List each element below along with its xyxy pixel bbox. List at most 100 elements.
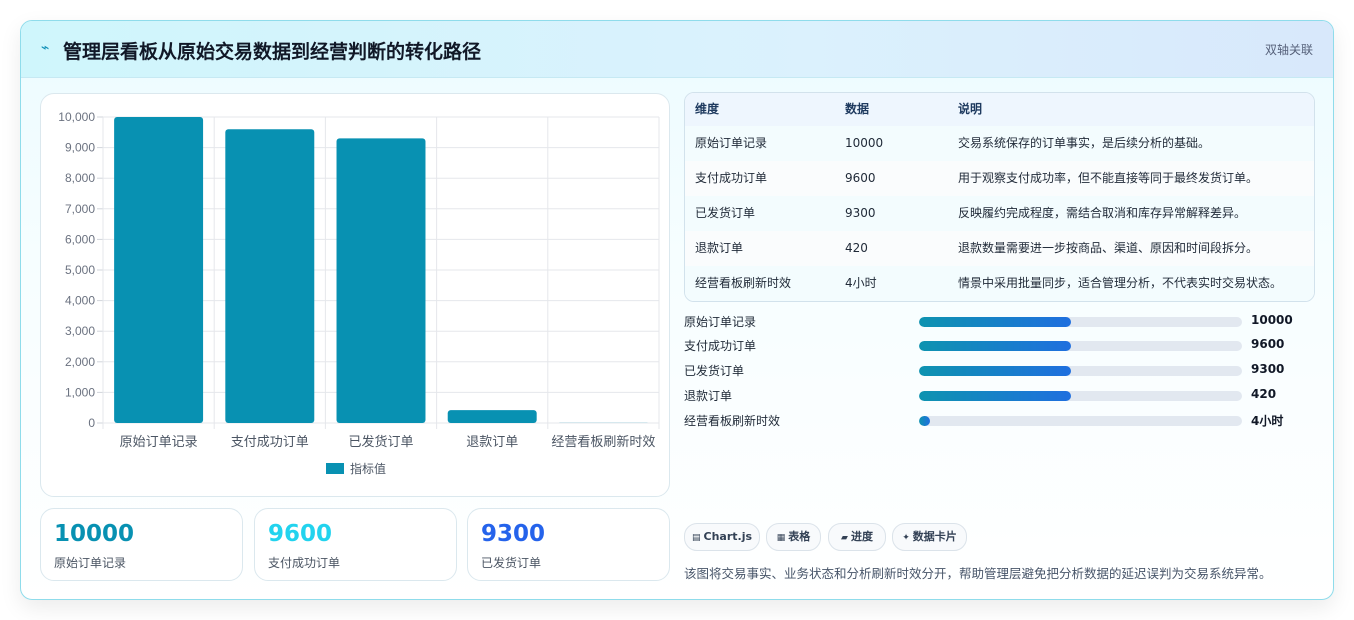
bar (447, 410, 537, 423)
header-tag: 双轴关联 (1264, 43, 1313, 57)
bar (225, 129, 315, 424)
progress-row: 支付成功订单 9600 (684, 335, 1314, 355)
kpi-value: 9600 (268, 521, 333, 547)
y-tick-label: 5,000 (65, 263, 95, 277)
table-row: 原始订单记录 10000 交易系统保存的订单事实，是后续分析的基础。 (685, 126, 1314, 162)
progress-row: 原始订单记录 10000 (684, 311, 1314, 331)
table-cell: 9300 (845, 206, 876, 220)
progress-row: 退款订单 420 (684, 385, 1314, 405)
x-tick-label: 经营看板刷新时效 (551, 434, 655, 450)
page-title: 管理层看板从原始交易数据到经营判断的转化路径 (63, 41, 482, 63)
progress-label: 已发货订单 (684, 364, 745, 378)
progress-value: 9600 (1251, 337, 1285, 351)
table-row: 支付成功订单 9600 用于观察支付成功率，但不能直接等同于最终发货订单。 (685, 161, 1314, 197)
progress-label: 支付成功订单 (684, 339, 757, 353)
y-tick-label: 10,000 (58, 110, 95, 124)
progress-track (919, 391, 1242, 401)
sparkle-icon: ✦ (902, 533, 910, 543)
progress-value: 420 (1251, 387, 1277, 401)
kpi-card-paid-orders: 9600 支付成功订单 (254, 508, 457, 581)
table-cell: 原始订单记录 (695, 136, 768, 150)
y-tick-label: 2,000 (65, 355, 95, 369)
kpi-value: 9300 (481, 521, 546, 547)
kpi-card-original-orders: 10000 原始订单记录 (40, 508, 243, 581)
bar (336, 138, 426, 424)
progress-track (919, 317, 1242, 327)
kpi-label: 原始订单记录 (54, 556, 127, 570)
progress-track (919, 416, 1242, 426)
table-cell: 10000 (845, 136, 884, 150)
table-cell: 情景中采用批量同步，适合管理分析，不代表实时交易状态。 (958, 276, 1283, 290)
table-icon: ▦ (776, 533, 786, 543)
table-cell: 用于观察支付成功率，但不能直接等同于最终发货订单。 (958, 171, 1259, 185)
chip-data-card[interactable]: ✦ 数据卡片 (892, 523, 967, 551)
table-cell: 已发货订单 (695, 206, 756, 220)
table-cell: 4小时 (845, 276, 877, 290)
progress-fill (919, 366, 1071, 376)
x-tick-label: 支付成功订单 (231, 435, 309, 450)
legend-label: 指标值 (350, 461, 386, 476)
y-tick-label: 8,000 (65, 171, 95, 185)
table-cell: 9600 (845, 171, 876, 185)
chip-label: 数据卡片 (912, 530, 957, 543)
progress-fill (919, 317, 1071, 327)
data-table: 维度 数据 说明 原始订单记录 10000 交易系统保存的订单事实，是后续分析的… (684, 92, 1315, 302)
progress-value: 4小时 (1251, 414, 1284, 428)
table-cell: 支付成功订单 (695, 171, 768, 185)
bar (114, 117, 204, 423)
chip-label: Chart.js (703, 530, 753, 543)
x-tick-label: 原始订单记录 (120, 435, 198, 450)
y-tick-label: 4,000 (65, 294, 95, 308)
progress-row: 已发货订单 9300 (684, 360, 1314, 380)
progress-fill (919, 341, 1071, 351)
bar-chart: 0 1,000 2,000 3,000 4,000 5,000 6,000 7,000 8,00… (58, 110, 660, 476)
table-row: 已发货订单 9300 反映履约完成程度，需结合取消和库存异常解释差异。 (685, 196, 1314, 232)
bar-chart-panel: 0 1,000 2,000 3,000 4,000 5,000 6,000 7,000 8,00… (40, 93, 670, 497)
chip-label: 进度 (850, 530, 873, 543)
table-row: 退款订单 420 退款数量需要进一步按商品、渠道、原因和时间段拆分。 (685, 231, 1314, 267)
y-tick-label: 0 (88, 416, 95, 430)
chip-table[interactable]: ▦ 表格 (766, 523, 821, 551)
progress-label: 原始订单记录 (684, 315, 757, 329)
chip-progress[interactable]: ▰ 进度 (828, 523, 886, 551)
progress-label: 经营看板刷新时效 (684, 414, 781, 428)
progress-fill (919, 416, 931, 426)
table-cell: 交易系统保存的订单事实，是后续分析的基础。 (958, 136, 1211, 150)
lightning-icon: ⌁ (41, 40, 50, 56)
progress-label: 退款订单 (684, 389, 733, 403)
y-tick-label: 1,000 (65, 385, 95, 399)
table-header-cell: 说明 (958, 102, 983, 116)
chart-icon: ▤ (691, 533, 701, 543)
table-header-cell: 数据 (845, 102, 870, 116)
chip-label: 表格 (788, 530, 811, 543)
table-header-row: 维度 数据 说明 (685, 93, 1314, 127)
table-cell: 退款数量需要进一步按商品、渠道、原因和时间段拆分。 (958, 241, 1259, 255)
table-row: 经营看板刷新时效 4小时 情景中采用批量同步，适合管理分析，不代表实时交易状态。 (685, 266, 1314, 301)
table-cell: 退款订单 (695, 241, 744, 255)
progress-icon: ▰ (841, 533, 848, 543)
legend-swatch (326, 463, 344, 474)
y-tick-label: 6,000 (65, 232, 95, 246)
progress-value: 10000 (1251, 313, 1293, 327)
y-tick-label: 7,000 (65, 202, 95, 216)
progress-value: 9300 (1251, 362, 1285, 376)
kpi-card-shipped-orders: 9300 已发货订单 (467, 508, 670, 581)
header-bar: ⌁ 管理层看板从原始交易数据到经营判断的转化路径 双轴关联 (21, 21, 1333, 78)
kpi-value: 10000 (54, 521, 135, 547)
kpi-label: 支付成功订单 (268, 556, 341, 570)
table-cell: 经营看板刷新时效 (695, 276, 792, 290)
footnote: 该图将交易事实、业务状态和分析刷新时效分开，帮助管理层避免把分析数据的延迟误判为… (684, 566, 1272, 581)
progress-track (919, 341, 1242, 351)
table-header-cell: 维度 (695, 102, 720, 116)
table-cell: 420 (845, 241, 868, 255)
y-tick-label: 9,000 (65, 141, 95, 155)
y-tick-label: 3,000 (65, 324, 95, 338)
kpi-label: 已发货订单 (481, 556, 542, 570)
progress-fill (919, 391, 1071, 401)
table-cell: 反映履约完成程度，需结合取消和库存异常解释差异。 (958, 206, 1247, 220)
dashboard-card: ⌁ 管理层看板从原始交易数据到经营判断的转化路径 双轴关联 0 1,000 2,00… (20, 20, 1334, 600)
progress-track (919, 366, 1242, 376)
x-tick-label: 退款订单 (466, 435, 518, 450)
progress-row: 经营看板刷新时效 4小时 (684, 410, 1314, 430)
chip-chartjs[interactable]: ▤ Chart.js (684, 523, 760, 551)
